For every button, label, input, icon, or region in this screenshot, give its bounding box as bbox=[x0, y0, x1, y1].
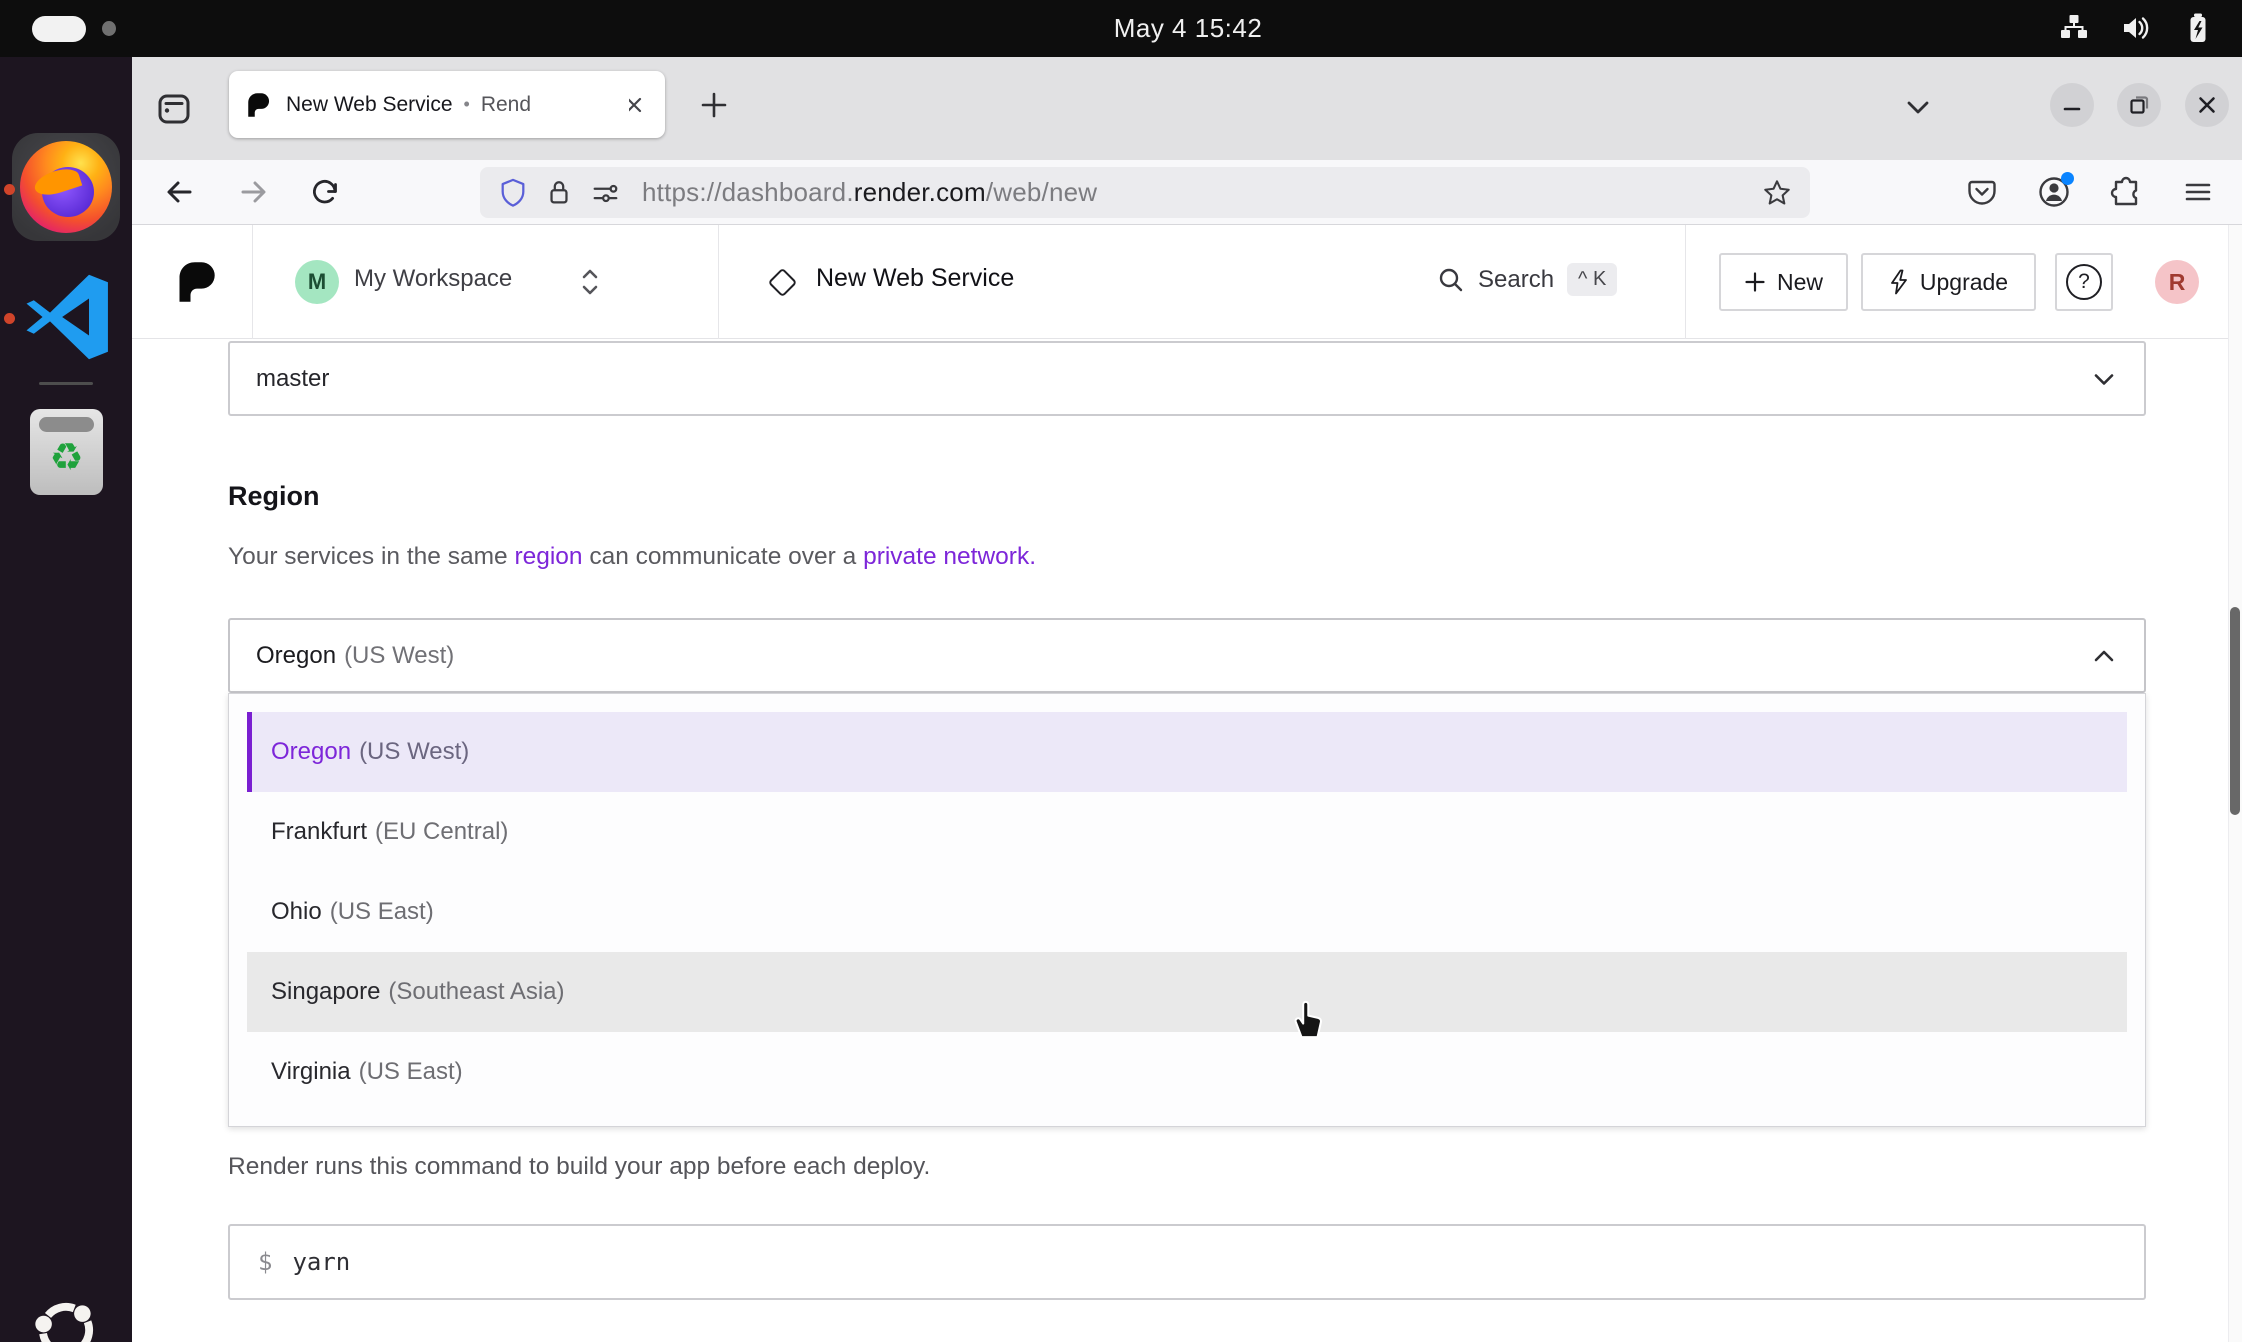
permissions-icon[interactable] bbox=[590, 178, 620, 208]
forward-icon[interactable] bbox=[231, 170, 275, 214]
region-option-oregon[interactable]: Oregon(US West) bbox=[247, 712, 2127, 792]
user-avatar[interactable]: R bbox=[2155, 260, 2199, 304]
maximize-button[interactable] bbox=[2117, 83, 2161, 127]
region-option-virginia[interactable]: Virginia(US East) bbox=[247, 1032, 2127, 1112]
navigation-bar: https://dashboard.render.com/web/new bbox=[132, 160, 2242, 225]
form-content: master Region Your services in the same … bbox=[228, 225, 2146, 1342]
region-option-frankfurt[interactable]: Frankfurt(EU Central) bbox=[247, 792, 2127, 872]
firefox-icon bbox=[20, 141, 112, 233]
workspace-dot bbox=[102, 21, 116, 36]
trash-lid bbox=[39, 417, 94, 432]
activities-pill[interactable] bbox=[32, 16, 86, 42]
new-tab-button[interactable] bbox=[688, 79, 740, 131]
tab-bar: New Web Service • Rend bbox=[132, 57, 2242, 160]
region-link[interactable]: region bbox=[514, 543, 582, 570]
account-icon[interactable] bbox=[2032, 170, 2076, 214]
build-command-help: Render runs this command to build your a… bbox=[228, 1153, 930, 1181]
trash-dock-item[interactable]: ♻ bbox=[30, 409, 103, 495]
chevron-down-icon bbox=[2090, 365, 2118, 393]
volume-icon bbox=[2120, 12, 2152, 44]
close-button[interactable] bbox=[2185, 83, 2229, 127]
tab-title: New Web Service • Rend bbox=[286, 93, 619, 117]
region-option-ohio[interactable]: Ohio(US East) bbox=[247, 872, 2127, 952]
tab-separator: • bbox=[464, 94, 470, 115]
command-value: yarn bbox=[292, 1248, 350, 1276]
battery-icon bbox=[2182, 12, 2214, 44]
ubuntu-top-bar: May 4 15:42 bbox=[0, 0, 2242, 57]
extensions-icon[interactable] bbox=[2104, 170, 2148, 214]
list-all-tabs-icon[interactable] bbox=[1892, 81, 1944, 133]
minimize-button[interactable] bbox=[2050, 83, 2094, 127]
network-icon bbox=[2058, 12, 2090, 44]
selected-region-city: Oregon bbox=[256, 642, 336, 670]
render-favicon bbox=[245, 92, 271, 118]
recycle-icon: ♻ bbox=[30, 439, 103, 477]
region-description: Your services in the same region can com… bbox=[228, 543, 1036, 571]
firefox-view-icon[interactable] bbox=[150, 85, 198, 133]
vscode-icon bbox=[22, 273, 112, 361]
system-status-icons[interactable] bbox=[2058, 12, 2214, 44]
firefox-dock-item[interactable] bbox=[12, 133, 120, 241]
region-select-trigger[interactable]: Oregon (US West) bbox=[228, 618, 2146, 693]
firefox-running-indicator bbox=[4, 184, 15, 195]
vscode-dock-item[interactable] bbox=[22, 273, 112, 361]
tab-close-icon[interactable] bbox=[619, 90, 649, 120]
scrollbar-thumb[interactable] bbox=[2230, 607, 2240, 815]
vscode-running-indicator bbox=[4, 313, 15, 324]
shield-icon[interactable] bbox=[498, 177, 528, 209]
bookmark-star-icon[interactable] bbox=[1762, 178, 1792, 208]
menu-icon[interactable] bbox=[2176, 170, 2220, 214]
branch-value: master bbox=[256, 365, 329, 393]
lock-icon[interactable] bbox=[545, 177, 573, 209]
back-icon[interactable] bbox=[158, 170, 202, 214]
active-tab[interactable]: New Web Service • Rend bbox=[229, 71, 665, 138]
pocket-icon[interactable] bbox=[1960, 170, 2004, 214]
ubuntu-logo[interactable] bbox=[24, 1287, 108, 1342]
clock[interactable]: May 4 15:42 bbox=[1048, 13, 1328, 44]
dock: ♻ bbox=[0, 57, 132, 1342]
dock-divider bbox=[39, 382, 93, 385]
chevron-up-icon bbox=[2090, 642, 2118, 670]
private-network-link[interactable]: private network. bbox=[863, 543, 1036, 570]
region-heading: Region bbox=[228, 481, 320, 512]
account-notification-dot bbox=[2061, 172, 2074, 185]
render-logo[interactable] bbox=[174, 259, 218, 305]
region-option-singapore[interactable]: Singapore(Southeast Asia) bbox=[247, 952, 2127, 1032]
build-command-input[interactable]: $ yarn bbox=[228, 1224, 2146, 1300]
branch-select[interactable]: master bbox=[228, 341, 2146, 416]
url-text[interactable]: https://dashboard.render.com/web/new bbox=[642, 177, 1762, 208]
reload-icon[interactable] bbox=[303, 170, 347, 214]
render-dashboard: M My Workspace New Web Service Search ^ … bbox=[132, 225, 2242, 1342]
selected-region-zone: (US West) bbox=[344, 642, 454, 670]
firefox-window: New Web Service • Rend bbox=[132, 57, 2242, 1342]
url-bar[interactable]: https://dashboard.render.com/web/new bbox=[480, 167, 1810, 218]
region-option-list: Oregon(US West) Frankfurt(EU Central) Oh… bbox=[228, 693, 2146, 1127]
command-prompt: $ bbox=[258, 1248, 272, 1276]
screen: May 4 15:42 bbox=[0, 0, 2242, 1342]
